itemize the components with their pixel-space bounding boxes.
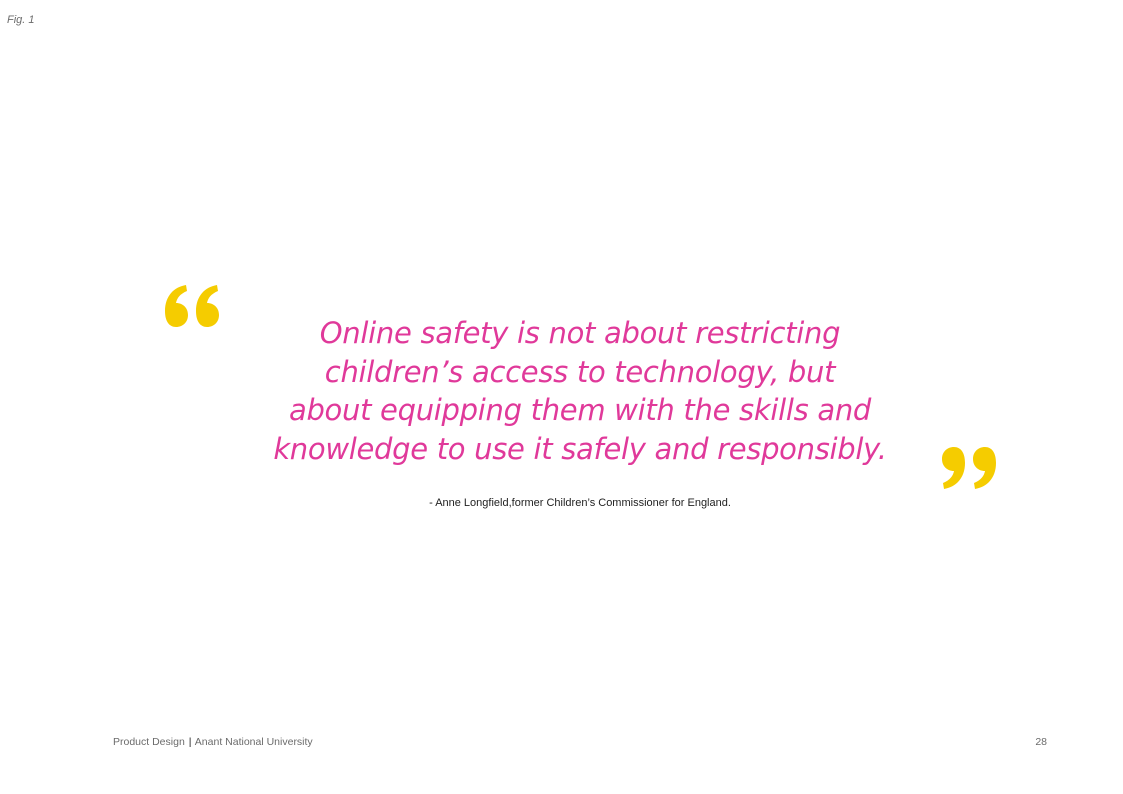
- footer-credit: Product Design | Anant National Universi…: [113, 736, 313, 749]
- quote-line: Online safety is not about restricting: [319, 316, 841, 350]
- quote-line: knowledge to use it safely and responsib…: [273, 431, 887, 466]
- open-quote-icon: [165, 285, 219, 327]
- quote-attribution: - Anne Longfield,former Children’s Commi…: [429, 497, 731, 509]
- quote-text: Online safety is not about restricting c…: [230, 314, 930, 468]
- footer-separator: |: [188, 736, 192, 748]
- page-number: 28: [1035, 736, 1047, 748]
- footer-course: Product Design: [113, 736, 185, 748]
- quote-line: about equipping them with the skills and: [288, 393, 872, 427]
- close-quote-icon: [942, 447, 996, 489]
- figure-label: Fig. 1: [7, 14, 35, 26]
- quote-line: children’s access to technology, but: [324, 354, 836, 389]
- footer-institution: Anant National University: [194, 736, 313, 748]
